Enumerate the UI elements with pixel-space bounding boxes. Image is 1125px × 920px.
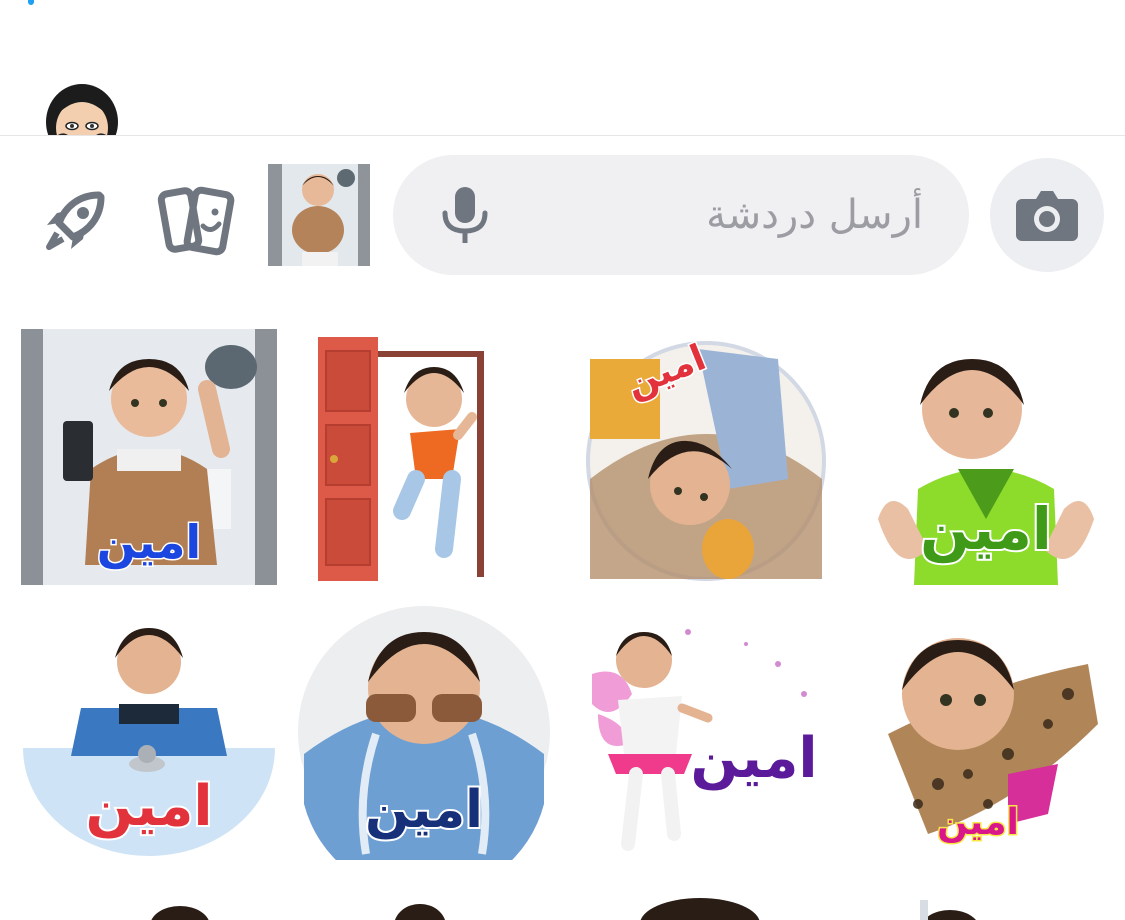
recent-sticker-thumbnail[interactable] xyxy=(268,164,370,266)
sticker-item[interactable]: امين xyxy=(858,329,1114,585)
sticker-caption: امين xyxy=(83,772,214,841)
sticker-item[interactable]: امين xyxy=(578,329,834,585)
sticker-cards-icon xyxy=(157,186,235,256)
sticker-cards-button[interactable] xyxy=(154,180,240,262)
sticker-item[interactable] xyxy=(312,329,568,587)
sticker-item[interactable] xyxy=(120,896,376,920)
sticker-item[interactable]: امين xyxy=(858,604,1114,860)
camera-icon xyxy=(1016,191,1078,241)
chat-composer-toolbar: أرسل دردشة xyxy=(0,136,1125,296)
chat-input-field[interactable]: أرسل دردشة xyxy=(393,155,969,275)
sticker-caption: امين xyxy=(936,801,1021,845)
microphone-icon[interactable] xyxy=(435,185,495,245)
games-rocket-button[interactable] xyxy=(34,180,116,262)
sticker-item[interactable] xyxy=(620,892,876,920)
sticker-caption: امين xyxy=(95,514,202,571)
sticker-item[interactable]: امين xyxy=(578,604,834,860)
chat-input-placeholder: أرسل دردشة xyxy=(706,192,923,238)
sticker-caption: امين xyxy=(918,493,1054,565)
sticker-grid: امين امين امين امين امين امين امين xyxy=(0,296,1125,920)
bitmoji-avatar[interactable] xyxy=(40,78,124,136)
rocket-icon xyxy=(46,191,105,250)
sticker-caption: امين xyxy=(688,724,819,793)
chat-header-area xyxy=(0,0,1125,136)
sticker-item[interactable]: امين xyxy=(296,604,552,897)
sticker-item[interactable] xyxy=(900,896,1125,920)
sticker-item[interactable] xyxy=(380,896,636,920)
camera-button[interactable] xyxy=(990,158,1104,272)
sticker-item[interactable]: امين xyxy=(21,604,277,860)
sticker-item[interactable]: امين xyxy=(21,329,277,585)
accent-mark xyxy=(28,0,34,5)
sticker-caption: امين xyxy=(363,778,485,842)
